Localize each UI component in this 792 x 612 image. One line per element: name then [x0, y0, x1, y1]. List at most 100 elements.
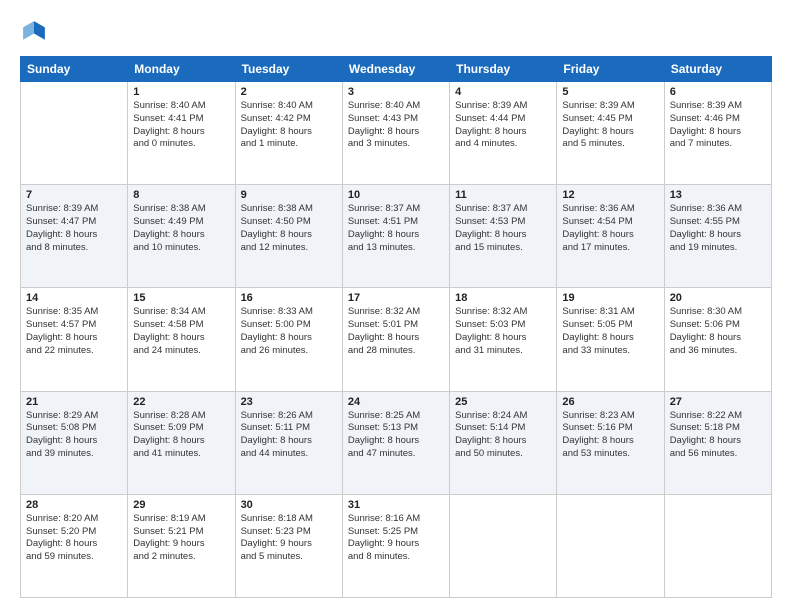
day-number: 10	[348, 189, 444, 201]
day-number: 21	[26, 396, 122, 408]
calendar-cell: 11 Sunrise: 8:37 AM Sunset: 4:53 PM Dayli…	[450, 185, 557, 288]
day-info: Sunrise: 8:30 AM Sunset: 5:06 PM Dayligh…	[670, 306, 766, 357]
calendar-cell: 26 Sunrise: 8:23 AM Sunset: 5:16 PM Dayli…	[557, 391, 664, 494]
calendar-table: SundayMondayTuesdayWednesdayThursdayFrid…	[20, 56, 772, 598]
day-number: 12	[562, 189, 658, 201]
day-info: Sunrise: 8:26 AM Sunset: 5:11 PM Dayligh…	[241, 410, 337, 461]
day-number: 20	[670, 292, 766, 304]
weekday-header: Saturday	[664, 57, 771, 82]
calendar-cell: 3 Sunrise: 8:40 AM Sunset: 4:43 PM Daylig…	[342, 82, 449, 185]
day-info: Sunrise: 8:37 AM Sunset: 4:53 PM Dayligh…	[455, 203, 551, 254]
calendar-cell: 21Sunrise: 8:29 AM Sunset: 5:08 PM Dayli…	[21, 391, 128, 494]
day-info: Sunrise: 8:40 AM Sunset: 4:41 PM Dayligh…	[133, 100, 229, 151]
day-info: Sunrise: 8:28 AM Sunset: 5:09 PM Dayligh…	[133, 410, 229, 461]
calendar-cell: 19 Sunrise: 8:31 AM Sunset: 5:05 PM Dayli…	[557, 288, 664, 391]
weekday-header: Friday	[557, 57, 664, 82]
calendar-cell: 15 Sunrise: 8:34 AM Sunset: 4:58 PM Dayli…	[128, 288, 235, 391]
day-number: 18	[455, 292, 551, 304]
day-number: 19	[562, 292, 658, 304]
calendar-cell: 9Sunrise: 8:38 AM Sunset: 4:50 PM Daylig…	[235, 185, 342, 288]
day-info: Sunrise: 8:24 AM Sunset: 5:14 PM Dayligh…	[455, 410, 551, 461]
calendar-cell	[450, 494, 557, 597]
day-info: Sunrise: 8:33 AM Sunset: 5:00 PM Dayligh…	[241, 306, 337, 357]
day-number: 11	[455, 189, 551, 201]
calendar-cell: 8Sunrise: 8:38 AM Sunset: 4:49 PM Daylig…	[128, 185, 235, 288]
day-info: Sunrise: 8:32 AM Sunset: 5:03 PM Dayligh…	[455, 306, 551, 357]
weekday-header: Sunday	[21, 57, 128, 82]
calendar-cell	[664, 494, 771, 597]
calendar-cell: 1Sunrise: 8:40 AM Sunset: 4:41 PM Daylig…	[128, 82, 235, 185]
calendar-cell: 28Sunrise: 8:20 AM Sunset: 5:20 PM Dayli…	[21, 494, 128, 597]
day-info: Sunrise: 8:40 AM Sunset: 4:43 PM Dayligh…	[348, 100, 444, 151]
day-info: Sunrise: 8:20 AM Sunset: 5:20 PM Dayligh…	[26, 513, 122, 564]
day-info: Sunrise: 8:38 AM Sunset: 4:49 PM Dayligh…	[133, 203, 229, 254]
day-number: 3	[348, 86, 444, 98]
calendar-body: 1Sunrise: 8:40 AM Sunset: 4:41 PM Daylig…	[21, 82, 772, 598]
calendar-week-row: 21Sunrise: 8:29 AM Sunset: 5:08 PM Dayli…	[21, 391, 772, 494]
calendar-cell: 10 Sunrise: 8:37 AM Sunset: 4:51 PM Dayli…	[342, 185, 449, 288]
day-number: 25	[455, 396, 551, 408]
day-info: Sunrise: 8:18 AM Sunset: 5:23 PM Dayligh…	[241, 513, 337, 564]
calendar-cell: 6 Sunrise: 8:39 AM Sunset: 4:46 PM Daylig…	[664, 82, 771, 185]
calendar-week-row: 28Sunrise: 8:20 AM Sunset: 5:20 PM Dayli…	[21, 494, 772, 597]
calendar-cell: 25 Sunrise: 8:24 AM Sunset: 5:14 PM Dayli…	[450, 391, 557, 494]
day-info: Sunrise: 8:25 AM Sunset: 5:13 PM Dayligh…	[348, 410, 444, 461]
weekday-header: Thursday	[450, 57, 557, 82]
calendar-cell: 20 Sunrise: 8:30 AM Sunset: 5:06 PM Dayli…	[664, 288, 771, 391]
header	[20, 18, 772, 46]
calendar-cell	[557, 494, 664, 597]
day-number: 31	[348, 499, 444, 511]
calendar-cell: 23 Sunrise: 8:26 AM Sunset: 5:11 PM Dayli…	[235, 391, 342, 494]
day-info: Sunrise: 8:37 AM Sunset: 4:51 PM Dayligh…	[348, 203, 444, 254]
day-number: 22	[133, 396, 229, 408]
calendar-header: SundayMondayTuesdayWednesdayThursdayFrid…	[21, 57, 772, 82]
day-info: Sunrise: 8:31 AM Sunset: 5:05 PM Dayligh…	[562, 306, 658, 357]
calendar-cell: 24 Sunrise: 8:25 AM Sunset: 5:13 PM Dayli…	[342, 391, 449, 494]
calendar-cell: 30Sunrise: 8:18 AM Sunset: 5:23 PM Dayli…	[235, 494, 342, 597]
weekday-row: SundayMondayTuesdayWednesdayThursdayFrid…	[21, 57, 772, 82]
calendar-cell: 27 Sunrise: 8:22 AM Sunset: 5:18 PM Dayli…	[664, 391, 771, 494]
day-info: Sunrise: 8:35 AM Sunset: 4:57 PM Dayligh…	[26, 306, 122, 357]
weekday-header: Monday	[128, 57, 235, 82]
day-info: Sunrise: 8:22 AM Sunset: 5:18 PM Dayligh…	[670, 410, 766, 461]
calendar-week-row: 1Sunrise: 8:40 AM Sunset: 4:41 PM Daylig…	[21, 82, 772, 185]
day-number: 17	[348, 292, 444, 304]
day-info: Sunrise: 8:36 AM Sunset: 4:55 PM Dayligh…	[670, 203, 766, 254]
calendar-cell: 18 Sunrise: 8:32 AM Sunset: 5:03 PM Dayli…	[450, 288, 557, 391]
day-number: 29	[133, 499, 229, 511]
calendar-cell: 17 Sunrise: 8:32 AM Sunset: 5:01 PM Dayli…	[342, 288, 449, 391]
logo-icon	[20, 18, 48, 46]
day-number: 4	[455, 86, 551, 98]
weekday-header: Wednesday	[342, 57, 449, 82]
day-info: Sunrise: 8:34 AM Sunset: 4:58 PM Dayligh…	[133, 306, 229, 357]
day-info: Sunrise: 8:16 AM Sunset: 5:25 PM Dayligh…	[348, 513, 444, 564]
calendar-cell	[21, 82, 128, 185]
calendar-week-row: 14 Sunrise: 8:35 AM Sunset: 4:57 PM Dayli…	[21, 288, 772, 391]
day-number: 26	[562, 396, 658, 408]
calendar-cell: 14 Sunrise: 8:35 AM Sunset: 4:57 PM Dayli…	[21, 288, 128, 391]
day-info: Sunrise: 8:40 AM Sunset: 4:42 PM Dayligh…	[241, 100, 337, 151]
calendar-cell: 31 Sunrise: 8:16 AM Sunset: 5:25 PM Dayli…	[342, 494, 449, 597]
day-number: 23	[241, 396, 337, 408]
calendar-cell: 2 Sunrise: 8:40 AM Sunset: 4:42 PM Daylig…	[235, 82, 342, 185]
logo	[20, 18, 52, 46]
day-number: 2	[241, 86, 337, 98]
day-number: 9	[241, 189, 337, 201]
day-info: Sunrise: 8:32 AM Sunset: 5:01 PM Dayligh…	[348, 306, 444, 357]
calendar-cell: 7Sunrise: 8:39 AM Sunset: 4:47 PM Daylig…	[21, 185, 128, 288]
calendar-cell: 22 Sunrise: 8:28 AM Sunset: 5:09 PM Dayli…	[128, 391, 235, 494]
day-info: Sunrise: 8:23 AM Sunset: 5:16 PM Dayligh…	[562, 410, 658, 461]
day-number: 27	[670, 396, 766, 408]
calendar-cell: 13Sunrise: 8:36 AM Sunset: 4:55 PM Dayli…	[664, 185, 771, 288]
calendar-cell: 29 Sunrise: 8:19 AM Sunset: 5:21 PM Dayli…	[128, 494, 235, 597]
day-number: 16	[241, 292, 337, 304]
day-number: 14	[26, 292, 122, 304]
calendar-week-row: 7Sunrise: 8:39 AM Sunset: 4:47 PM Daylig…	[21, 185, 772, 288]
day-number: 24	[348, 396, 444, 408]
day-number: 15	[133, 292, 229, 304]
day-info: Sunrise: 8:19 AM Sunset: 5:21 PM Dayligh…	[133, 513, 229, 564]
day-info: Sunrise: 8:39 AM Sunset: 4:44 PM Dayligh…	[455, 100, 551, 151]
calendar-cell: 4 Sunrise: 8:39 AM Sunset: 4:44 PM Daylig…	[450, 82, 557, 185]
day-info: Sunrise: 8:39 AM Sunset: 4:46 PM Dayligh…	[670, 100, 766, 151]
day-number: 6	[670, 86, 766, 98]
